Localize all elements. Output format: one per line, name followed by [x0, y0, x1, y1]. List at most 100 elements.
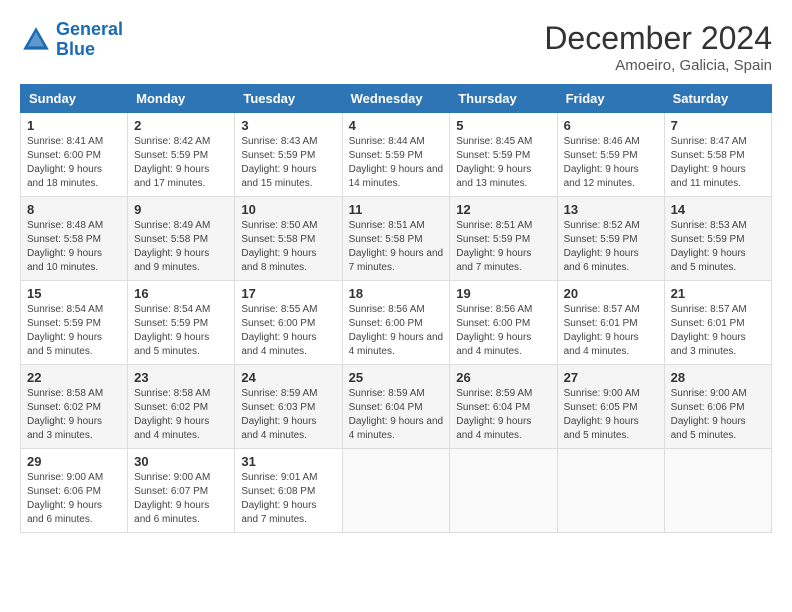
day-info: Sunrise: 8:46 AM Sunset: 5:59 PM Dayligh…: [564, 135, 658, 191]
day-info: Sunrise: 8:57 AM Sunset: 6:01 PM Dayligh…: [564, 303, 658, 359]
day-cell: 28 Sunrise: 9:00 AM Sunset: 6:06 PM Dayli…: [664, 365, 771, 449]
day-number: 19: [456, 286, 550, 301]
day-info: Sunrise: 8:48 AM Sunset: 5:58 PM Dayligh…: [27, 219, 121, 275]
day-cell: 19Sunrise: 8:56 AM Sunset: 6:00 PM Dayli…: [450, 281, 557, 365]
day-info: Sunrise: 8:49 AM Sunset: 5:58 PM Dayligh…: [134, 219, 228, 275]
day-cell: [342, 449, 450, 533]
day-info: Sunrise: 9:00 AM Sunset: 6:06 PM Dayligh…: [27, 471, 121, 527]
day-number: 31: [241, 454, 335, 469]
day-number: 23: [134, 370, 228, 385]
col-header-saturday: Saturday: [664, 85, 771, 113]
day-number: 1: [27, 118, 121, 133]
week-row-3: 15 Sunrise: 8:54 AM Sunset: 5:59 PM Dayli…: [21, 281, 772, 365]
day-info: Sunrise: 8:57 AM Sunset: 6:01 PM Dayligh…: [671, 303, 765, 359]
day-number: 2: [134, 118, 228, 133]
day-cell: 5 Sunrise: 8:45 AM Sunset: 5:59 PM Daylig…: [450, 113, 557, 197]
week-row-2: 8 Sunrise: 8:48 AM Sunset: 5:58 PM Daylig…: [21, 197, 772, 281]
day-number: 5: [456, 118, 550, 133]
day-info: Sunrise: 9:00 AM Sunset: 6:05 PM Dayligh…: [564, 387, 658, 443]
day-cell: 1 Sunrise: 8:41 AM Sunset: 6:00 PM Daylig…: [21, 113, 128, 197]
day-info: Sunrise: 8:43 AM Sunset: 5:59 PM Dayligh…: [241, 135, 335, 191]
day-cell: 16Sunrise: 8:54 AM Sunset: 5:59 PM Dayli…: [128, 281, 235, 365]
day-cell: 14 Sunrise: 8:53 AM Sunset: 5:59 PM Dayli…: [664, 197, 771, 281]
col-header-sunday: Sunday: [21, 85, 128, 113]
day-cell: 3 Sunrise: 8:43 AM Sunset: 5:59 PM Daylig…: [235, 113, 342, 197]
day-cell: [450, 449, 557, 533]
day-info: Sunrise: 8:54 AM Sunset: 5:59 PM Dayligh…: [134, 303, 228, 359]
logo-icon: [20, 24, 52, 56]
col-header-thursday: Thursday: [450, 85, 557, 113]
day-cell: 9 Sunrise: 8:49 AM Sunset: 5:58 PM Daylig…: [128, 197, 235, 281]
day-cell: 4Sunrise: 8:44 AM Sunset: 5:59 PM Daylig…: [342, 113, 450, 197]
day-cell: 6 Sunrise: 8:46 AM Sunset: 5:59 PM Daylig…: [557, 113, 664, 197]
day-info: Sunrise: 9:00 AM Sunset: 6:07 PM Dayligh…: [134, 471, 228, 527]
day-cell: 30 Sunrise: 9:00 AM Sunset: 6:07 PM Dayli…: [128, 449, 235, 533]
col-header-wednesday: Wednesday: [342, 85, 450, 113]
day-number: 28: [671, 370, 765, 385]
title-block: December 2024 Amoeiro, Galicia, Spain: [544, 20, 772, 74]
week-row-4: 22 Sunrise: 8:58 AM Sunset: 6:02 PM Dayli…: [21, 365, 772, 449]
day-number: 26: [456, 370, 550, 385]
day-info: Sunrise: 8:51 AM Sunset: 5:58 PM Dayligh…: [349, 219, 444, 275]
day-number: 10: [241, 202, 335, 217]
day-info: Sunrise: 8:45 AM Sunset: 5:59 PM Dayligh…: [456, 135, 550, 191]
day-info: Sunrise: 8:41 AM Sunset: 6:00 PM Dayligh…: [27, 135, 121, 191]
day-cell: 22 Sunrise: 8:58 AM Sunset: 6:02 PM Dayli…: [21, 365, 128, 449]
day-info: Sunrise: 8:59 AM Sunset: 6:04 PM Dayligh…: [456, 387, 550, 443]
col-header-tuesday: Tuesday: [235, 85, 342, 113]
week-row-5: 29 Sunrise: 9:00 AM Sunset: 6:06 PM Dayli…: [21, 449, 772, 533]
day-number: 29: [27, 454, 121, 469]
day-number: 22: [27, 370, 121, 385]
day-number: 3: [241, 118, 335, 133]
day-cell: 23 Sunrise: 8:58 AM Sunset: 6:02 PM Dayli…: [128, 365, 235, 449]
day-cell: 18Sunrise: 8:56 AM Sunset: 6:00 PM Dayli…: [342, 281, 450, 365]
day-number: 6: [564, 118, 658, 133]
day-number: 11: [349, 202, 444, 217]
week-row-1: 1 Sunrise: 8:41 AM Sunset: 6:00 PM Daylig…: [21, 113, 772, 197]
day-cell: 11 Sunrise: 8:51 AM Sunset: 5:58 PM Dayli…: [342, 197, 450, 281]
day-cell: 29 Sunrise: 9:00 AM Sunset: 6:06 PM Dayli…: [21, 449, 128, 533]
day-number: 13: [564, 202, 658, 217]
day-cell: 31 Sunrise: 9:01 AM Sunset: 6:08 PM Dayli…: [235, 449, 342, 533]
col-header-friday: Friday: [557, 85, 664, 113]
day-cell: 2 Sunrise: 8:42 AM Sunset: 5:59 PM Daylig…: [128, 113, 235, 197]
day-number: 25: [349, 370, 444, 385]
day-info: Sunrise: 9:01 AM Sunset: 6:08 PM Dayligh…: [241, 471, 335, 527]
day-cell: 17Sunrise: 8:55 AM Sunset: 6:00 PM Dayli…: [235, 281, 342, 365]
day-info: Sunrise: 8:51 AM Sunset: 5:59 PM Dayligh…: [456, 219, 550, 275]
day-info: Sunrise: 8:53 AM Sunset: 5:59 PM Dayligh…: [671, 219, 765, 275]
day-number: 7: [671, 118, 765, 133]
day-cell: 24Sunrise: 8:59 AM Sunset: 6:03 PM Dayli…: [235, 365, 342, 449]
day-info: Sunrise: 8:58 AM Sunset: 6:02 PM Dayligh…: [27, 387, 121, 443]
day-info: Sunrise: 8:47 AM Sunset: 5:58 PM Dayligh…: [671, 135, 765, 191]
day-cell: 26 Sunrise: 8:59 AM Sunset: 6:04 PM Dayli…: [450, 365, 557, 449]
day-cell: 8 Sunrise: 8:48 AM Sunset: 5:58 PM Daylig…: [21, 197, 128, 281]
day-info: Sunrise: 9:00 AM Sunset: 6:06 PM Dayligh…: [671, 387, 765, 443]
day-number: 15: [27, 286, 121, 301]
day-info: Sunrise: 8:59 AM Sunset: 6:04 PM Dayligh…: [349, 387, 444, 443]
day-info: Sunrise: 8:52 AM Sunset: 5:59 PM Dayligh…: [564, 219, 658, 275]
day-number: 27: [564, 370, 658, 385]
day-info: Sunrise: 8:50 AM Sunset: 5:58 PM Dayligh…: [241, 219, 335, 275]
month-title: December 2024: [544, 20, 772, 57]
day-number: 14: [671, 202, 765, 217]
day-number: 20: [564, 286, 658, 301]
page-header: General Blue December 2024 Amoeiro, Gali…: [20, 20, 772, 74]
day-cell: 20 Sunrise: 8:57 AM Sunset: 6:01 PM Dayli…: [557, 281, 664, 365]
day-number: 21: [671, 286, 765, 301]
day-info: Sunrise: 8:58 AM Sunset: 6:02 PM Dayligh…: [134, 387, 228, 443]
day-info: Sunrise: 8:54 AM Sunset: 5:59 PM Dayligh…: [27, 303, 121, 359]
day-cell: [557, 449, 664, 533]
day-number: 8: [27, 202, 121, 217]
day-cell: [664, 449, 771, 533]
col-header-monday: Monday: [128, 85, 235, 113]
day-info: Sunrise: 8:42 AM Sunset: 5:59 PM Dayligh…: [134, 135, 228, 191]
location: Amoeiro, Galicia, Spain: [544, 57, 772, 74]
day-info: Sunrise: 8:56 AM Sunset: 6:00 PM Dayligh…: [349, 303, 444, 359]
calendar-table: SundayMondayTuesdayWednesdayThursdayFrid…: [20, 84, 772, 533]
day-number: 30: [134, 454, 228, 469]
day-cell: 15 Sunrise: 8:54 AM Sunset: 5:59 PM Dayli…: [21, 281, 128, 365]
day-number: 9: [134, 202, 228, 217]
day-cell: 21 Sunrise: 8:57 AM Sunset: 6:01 PM Dayli…: [664, 281, 771, 365]
logo-text: General Blue: [56, 20, 123, 60]
